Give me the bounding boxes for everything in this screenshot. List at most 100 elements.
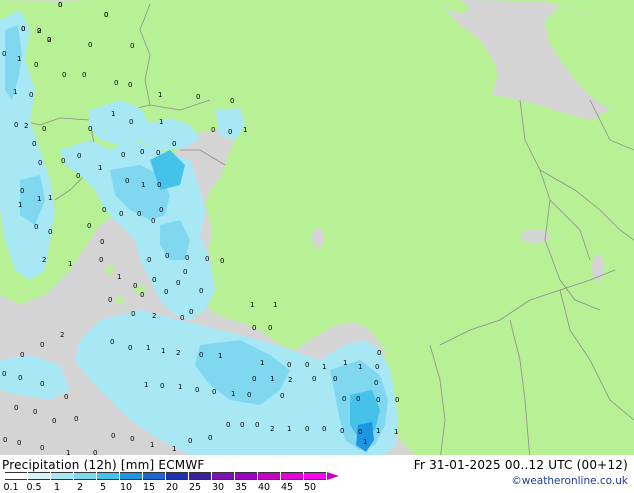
value-label: 1: [376, 427, 380, 435]
value-label: 0: [165, 252, 169, 260]
value-label: 0: [87, 222, 91, 230]
value-label: 0: [240, 421, 244, 429]
value-label: 0: [38, 159, 42, 167]
legend-swatch: [120, 472, 142, 480]
value-label: 0: [287, 361, 291, 369]
value-label: 1: [243, 126, 247, 134]
value-label: 0: [156, 149, 160, 157]
value-label: 0: [100, 238, 104, 246]
value-label: 0: [140, 291, 144, 299]
value-label: 2: [152, 312, 156, 320]
value-label: 0: [312, 375, 316, 383]
value-label: 0: [152, 276, 156, 284]
value-label: 0: [48, 228, 52, 236]
value-label: 0: [252, 324, 256, 332]
value-label: 0: [196, 93, 200, 101]
legend-swatch: [258, 472, 280, 480]
legend-swatch: [281, 472, 303, 480]
value-label: 1: [322, 363, 326, 371]
value-label: 0: [199, 287, 203, 295]
value-label: 1: [146, 344, 150, 352]
value-label: 0: [164, 288, 168, 296]
value-label: 0: [104, 11, 108, 19]
value-label: 2: [270, 425, 274, 433]
value-label: 0: [119, 210, 123, 218]
value-label: 0: [2, 370, 6, 378]
legend-tick: 1: [53, 482, 61, 493]
value-label: 0: [176, 279, 180, 287]
value-label: 1: [343, 359, 347, 367]
value-label: 0: [305, 425, 309, 433]
value-label: 1: [358, 363, 362, 371]
value-label: 0: [140, 148, 144, 156]
value-label: 0: [199, 351, 203, 359]
value-label: 1: [37, 195, 41, 203]
value-label: 0: [125, 177, 129, 185]
value-label: 0: [62, 71, 66, 79]
value-label: 0: [130, 435, 134, 443]
value-label: 0: [374, 379, 378, 387]
legend-tick: 20: [165, 482, 179, 493]
legend-swatch: [97, 472, 119, 480]
value-label: 1: [250, 301, 254, 309]
value-label: 0: [129, 118, 133, 126]
value-label: 0: [255, 421, 259, 429]
legend-swatch: [5, 472, 27, 480]
value-label: 1: [270, 375, 274, 383]
value-label: 0: [322, 425, 326, 433]
value-label: 0: [128, 81, 132, 89]
value-label: 0: [147, 256, 151, 264]
value-label: 0: [375, 363, 379, 371]
value-label: 1: [13, 88, 17, 96]
value-label: 0: [58, 1, 62, 9]
value-label: 0: [17, 439, 21, 447]
value-label: 0: [3, 436, 7, 444]
value-label: 0: [2, 50, 6, 58]
legend-tick: 25: [188, 482, 202, 493]
value-label: 0: [33, 408, 37, 416]
value-label: 0: [205, 255, 209, 263]
legend-swatch: [166, 472, 188, 480]
value-label: 0: [42, 125, 46, 133]
value-label: 0: [208, 434, 212, 442]
value-label: 0: [29, 91, 33, 99]
value-label: 0: [114, 79, 118, 87]
value-label: 1: [68, 260, 72, 268]
credit-link[interactable]: ©weatheronline.co.uk: [511, 475, 628, 487]
value-label: 1: [18, 201, 22, 209]
legend-swatch: [304, 472, 326, 480]
value-label: 0: [151, 217, 155, 225]
lake-urmia: [592, 254, 604, 282]
value-label: 0: [18, 374, 22, 382]
value-label: 0: [188, 437, 192, 445]
legend-tick: 10: [119, 482, 133, 493]
value-label: 1: [48, 194, 52, 202]
value-label: 0: [180, 314, 184, 322]
valid-time: Fr 31-01-2025 00..12 UTC (00+12): [413, 458, 628, 472]
value-label: 0: [305, 361, 309, 369]
legend-swatch: [235, 472, 257, 480]
value-label: 0: [102, 206, 106, 214]
value-label: 0: [280, 392, 284, 400]
value-label: 2: [47, 36, 51, 44]
value-label: 0: [377, 349, 381, 357]
value-label: 1: [172, 445, 176, 453]
value-label: 0: [230, 97, 234, 105]
value-label: 1: [273, 301, 277, 309]
value-label: 0: [111, 432, 115, 440]
value-label: 0: [358, 428, 362, 436]
value-label: 0: [40, 341, 44, 349]
value-label: 0: [247, 391, 251, 399]
value-label: 0: [189, 308, 193, 316]
value-label: 0: [76, 172, 80, 180]
value-label: 0: [356, 395, 360, 403]
value-label: 1: [231, 390, 235, 398]
value-label: 0: [342, 395, 346, 403]
map-title: Precipitation (12h) [mm] ECMWF: [2, 458, 205, 472]
value-label: 0: [64, 393, 68, 401]
value-label: 2: [176, 349, 180, 357]
value-label: 0: [133, 282, 137, 290]
value-label: 2: [288, 376, 292, 384]
lake-van: [521, 229, 549, 243]
value-label: 0: [220, 257, 224, 265]
